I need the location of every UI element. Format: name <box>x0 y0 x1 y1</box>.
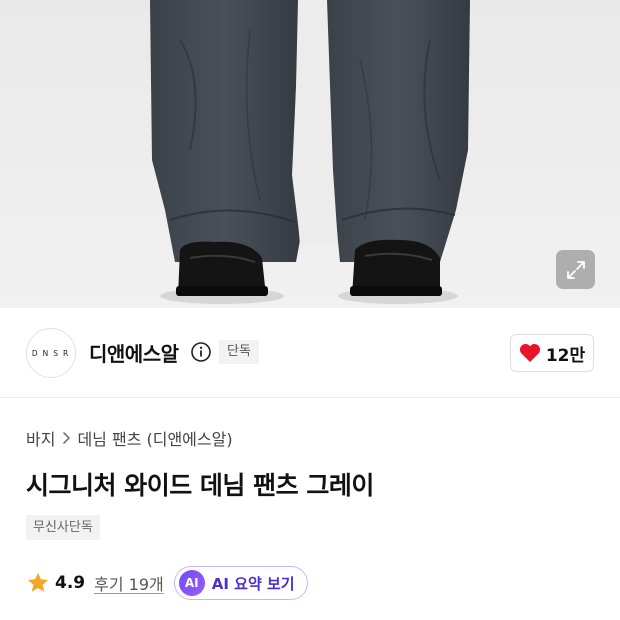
ai-badge: AI <box>178 570 205 596</box>
brand-logo[interactable]: DNSR <box>26 328 76 378</box>
brand-row: DNSR 디앤에스알 단독 12만 <box>0 308 620 398</box>
chevron-right-icon <box>63 432 71 444</box>
star-icon <box>28 572 48 592</box>
like-count: 12만 <box>545 345 586 366</box>
ai-summary-label: AI 요약 보기 <box>211 574 295 593</box>
info-icon[interactable] <box>190 341 212 363</box>
brand-logo-text: DNSR <box>31 348 74 358</box>
breadcrumb-category[interactable]: 바지 <box>26 426 55 450</box>
expand-icon <box>566 260 585 279</box>
breadcrumb-subcategory[interactable]: 데님 팬츠 (디앤에스알) <box>77 426 232 450</box>
brand-name[interactable]: 디앤에스알 <box>89 338 179 367</box>
heart-icon <box>519 343 540 362</box>
exclusive-badge: 단독 <box>219 340 259 364</box>
product-photo <box>0 0 620 308</box>
ai-summary-button[interactable]: AI AI 요약 보기 <box>173 566 308 600</box>
product-title: 시그니처 와이드 데님 팬츠 그레이 <box>26 471 374 500</box>
reviews-link[interactable]: 후기 19개 <box>94 571 164 595</box>
rating-score: 4.9 <box>55 573 86 593</box>
rating-row: 4.9 후기 19개 AI AI 요약 보기 <box>26 566 308 600</box>
product-tag: 무신사단독 <box>26 515 100 540</box>
expand-image-button[interactable] <box>556 250 595 289</box>
product-image[interactable] <box>0 0 620 308</box>
breadcrumb: 바지 데님 팬츠 (디앤에스알) <box>26 426 233 450</box>
like-button[interactable]: 12만 <box>510 334 594 372</box>
